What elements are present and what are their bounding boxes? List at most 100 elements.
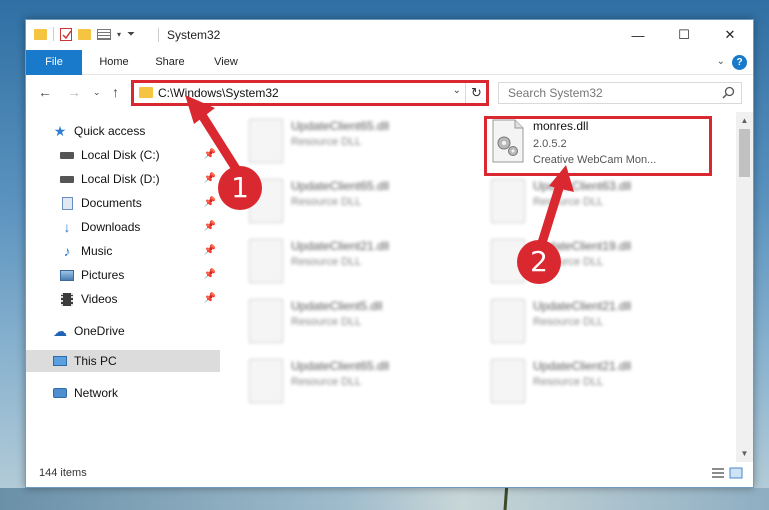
- file-description: Resource DLL: [533, 376, 604, 388]
- status-bar: 144 items: [26, 461, 753, 487]
- sidebar-item-label: Network: [74, 386, 119, 400]
- sidebar-item-music[interactable]: ♪ Music 📌: [26, 240, 220, 262]
- scrollbar-thumb[interactable]: [739, 129, 750, 177]
- up-arrow-icon[interactable]: ↑: [112, 84, 119, 100]
- file-tile[interactable]: UpdateClient5.dll Resource DLL: [241, 292, 471, 352]
- dropdown-icon[interactable]: ⏷: [127, 29, 135, 40]
- pin-icon[interactable]: 📌: [204, 269, 216, 280]
- sidebar-item-local-disk-c[interactable]: Local Disk (C:) 📌: [26, 144, 220, 166]
- view-toggle: [711, 467, 743, 479]
- file-name: UpdateClient65.dll: [291, 359, 390, 373]
- explorer-window: ▾ ⏷ System32 — ☐ ✕ File Home Share View …: [25, 19, 754, 488]
- tab-file[interactable]: File: [26, 50, 82, 75]
- folder-icon[interactable]: [34, 28, 47, 40]
- star-icon: ★: [53, 122, 67, 139]
- sidebar-item-label: Local Disk (D:): [81, 172, 160, 186]
- search-placeholder: Search System32: [508, 86, 603, 100]
- navigation-pane: ★ Quick access Local Disk (C:) 📌 Local D…: [26, 112, 222, 462]
- file-name: UpdateClient21.dll: [533, 359, 632, 373]
- sidebar-item-downloads[interactable]: ↓ Downloads 📌: [26, 216, 220, 238]
- sidebar-item-onedrive[interactable]: ☁ OneDrive: [26, 320, 220, 342]
- pin-icon[interactable]: 📌: [204, 221, 216, 232]
- file-description: Resource DLL: [291, 316, 362, 328]
- details-view-icon[interactable]: [711, 467, 725, 479]
- title-bar: ▾ ⏷ System32 — ☐ ✕: [26, 20, 753, 50]
- sidebar-item-videos[interactable]: Videos 📌: [26, 288, 220, 310]
- file-description: Resource DLL: [533, 196, 604, 208]
- cloud-icon: ☁: [53, 322, 67, 339]
- pictures-icon: [59, 268, 75, 282]
- sidebar-item-pictures[interactable]: Pictures 📌: [26, 264, 220, 286]
- customize-view-icon[interactable]: [97, 28, 111, 40]
- sidebar-item-label: Local Disk (C:): [81, 148, 160, 162]
- sidebar-item-network[interactable]: Network: [26, 382, 220, 404]
- file-tile[interactable]: UpdateClient65.dll Resource DLL: [241, 112, 471, 172]
- quick-access-toolbar: ▾ ⏷: [34, 27, 135, 41]
- sidebar-item-label: Downloads: [81, 220, 141, 234]
- music-icon: ♪: [63, 243, 71, 259]
- ribbon-tabs: File Home Share View ⌄ ?: [26, 50, 753, 75]
- file-tile[interactable]: UpdateClient21.dll Resource DLL: [483, 292, 713, 352]
- maximize-button[interactable]: ☐: [661, 20, 707, 50]
- file-tile[interactable]: UpdateClient65.dll Resource DLL: [241, 352, 471, 412]
- sidebar-item-label: This PC: [74, 354, 117, 368]
- sidebar-item-label: Quick access: [74, 124, 146, 138]
- desktop-background: [0, 488, 769, 510]
- file-name: UpdateClient65.dll: [291, 179, 390, 193]
- file-name: UpdateClient65.dll: [291, 119, 390, 133]
- chevron-down-icon[interactable]: ▾: [117, 30, 121, 39]
- pin-icon[interactable]: 📌: [204, 173, 216, 184]
- file-name: UpdateClient63.dll: [533, 179, 632, 193]
- file-description: Resource DLL: [291, 256, 362, 268]
- tab-share[interactable]: Share: [144, 50, 196, 75]
- forward-arrow-icon[interactable]: →: [67, 84, 81, 100]
- minimize-button[interactable]: —: [615, 20, 661, 50]
- scroll-up-icon[interactable]: ▲: [736, 112, 753, 129]
- sidebar-item-documents[interactable]: Documents 📌: [26, 192, 220, 214]
- search-icon[interactable]: [722, 86, 735, 99]
- file-description: Resource DLL: [291, 376, 362, 388]
- new-folder-icon[interactable]: [78, 28, 91, 40]
- file-tile[interactable]: UpdateClient63.dll Resource DLL: [483, 172, 713, 232]
- step-2-badge: 2: [517, 240, 561, 284]
- dll-file-icon: [249, 119, 283, 163]
- dll-file-icon: [491, 299, 525, 343]
- expand-ribbon-icon[interactable]: ⌄: [717, 56, 725, 67]
- file-tile[interactable]: UpdateClient21.dll Resource DLL: [483, 352, 713, 412]
- pin-icon[interactable]: 📌: [204, 197, 216, 208]
- properties-icon[interactable]: [60, 27, 72, 41]
- dll-file-icon: [491, 179, 525, 223]
- file-name: UpdateClient5.dll: [291, 299, 383, 313]
- file-tile[interactable]: UpdateClient65.dll Resource DLL: [241, 172, 471, 232]
- sidebar-item-this-pc[interactable]: This PC: [26, 350, 220, 372]
- videos-icon: [59, 292, 75, 306]
- search-input[interactable]: Search System32: [498, 82, 742, 104]
- documents-icon: [59, 196, 75, 210]
- close-button[interactable]: ✕: [707, 20, 753, 50]
- recent-locations-icon[interactable]: ⌄: [93, 87, 101, 98]
- sidebar-item-label: OneDrive: [74, 324, 125, 338]
- back-arrow-icon[interactable]: ←: [38, 84, 52, 100]
- sidebar-item-local-disk-d[interactable]: Local Disk (D:) 📌: [26, 168, 220, 190]
- pin-icon[interactable]: 📌: [204, 293, 216, 304]
- file-name: UpdateClient21.dll: [291, 239, 390, 253]
- large-icons-view-icon[interactable]: [729, 467, 743, 479]
- sidebar-item-label: Music: [81, 244, 113, 258]
- sidebar-item-quick-access[interactable]: ★ Quick access: [26, 120, 220, 142]
- tab-view[interactable]: View: [202, 50, 250, 75]
- pin-icon[interactable]: 📌: [204, 245, 216, 256]
- drive-icon: [59, 148, 75, 162]
- pin-icon[interactable]: 📌: [204, 149, 216, 160]
- window-controls: — ☐ ✕: [615, 20, 753, 50]
- sidebar-item-label: Pictures: [81, 268, 125, 282]
- file-highlight-box: [484, 116, 712, 176]
- network-icon: [52, 386, 68, 400]
- separator: [158, 28, 159, 42]
- vertical-scrollbar[interactable]: ▲ ▼: [736, 112, 753, 462]
- window-title: System32: [167, 28, 221, 42]
- file-tile[interactable]: UpdateClient21.dll Resource DLL: [241, 232, 471, 292]
- tab-home[interactable]: Home: [88, 50, 140, 75]
- help-button[interactable]: ?: [732, 55, 747, 70]
- file-description: Resource DLL: [533, 316, 604, 328]
- scroll-down-icon[interactable]: ▼: [736, 445, 753, 462]
